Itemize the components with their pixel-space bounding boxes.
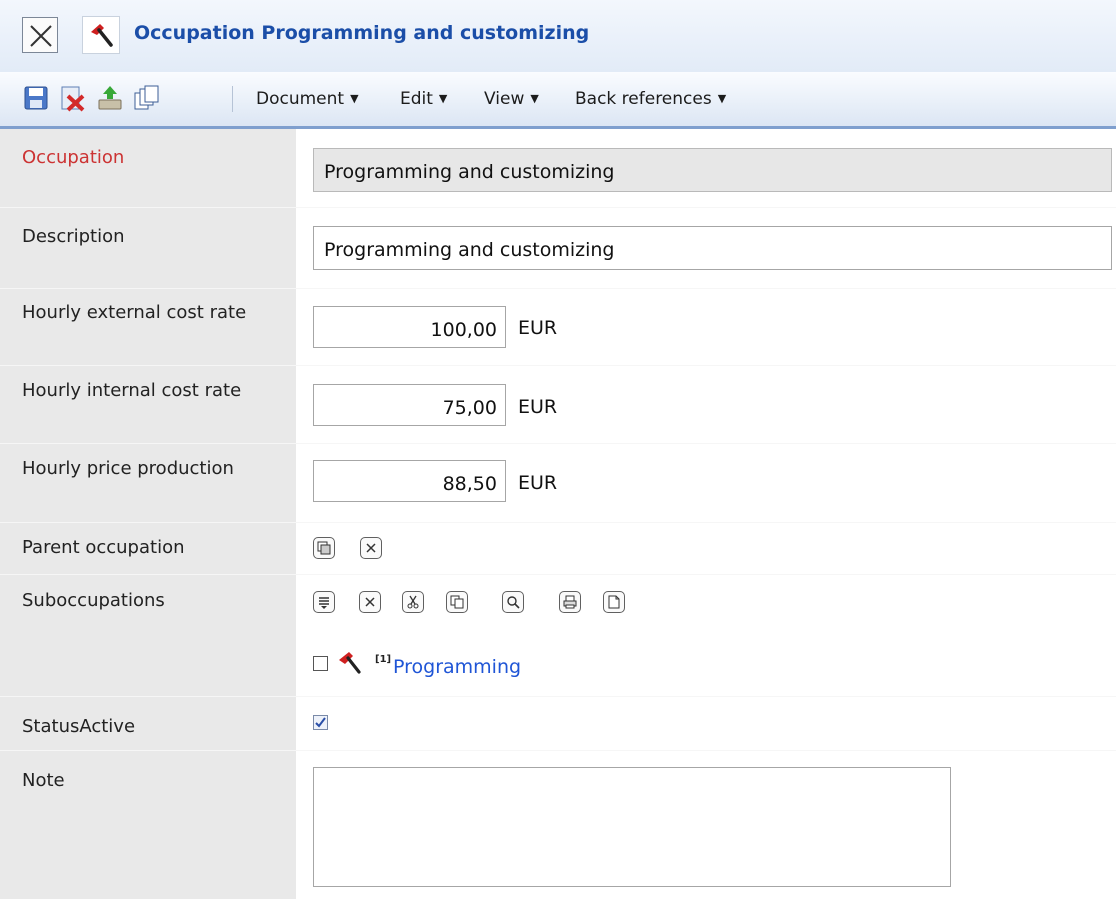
description-field[interactable]: Programming and customizing	[313, 226, 1112, 270]
remove-icon	[365, 597, 375, 607]
delete-button[interactable]	[58, 84, 86, 112]
hourly-external-label: Hourly external cost rate	[22, 302, 247, 323]
row-divider	[0, 750, 1116, 751]
chevron-down-icon: ▼	[717, 92, 727, 105]
cut-icon	[407, 595, 419, 609]
hourly-internal-value: 75,00	[442, 397, 497, 419]
row-divider	[0, 207, 1116, 208]
window-title: Occupation Programming and customizing	[134, 22, 590, 44]
search-icon	[507, 596, 520, 609]
cut-button[interactable]	[402, 591, 424, 613]
status-active-label: StatusActive	[22, 716, 136, 737]
list-button[interactable]	[313, 591, 335, 613]
close-icon	[30, 25, 52, 47]
currency-unit: EUR	[518, 472, 558, 494]
print-icon	[563, 595, 577, 609]
hourly-internal-label: Hourly internal cost rate	[22, 380, 242, 401]
list-icon	[319, 597, 329, 609]
description-label: Description	[22, 226, 125, 247]
row-divider	[0, 443, 1116, 444]
hourly-external-value: 100,00	[430, 319, 497, 341]
currency-unit: EUR	[518, 317, 558, 339]
row-divider	[0, 288, 1116, 289]
copy-icon	[134, 85, 159, 110]
menu-label: Back references	[575, 89, 712, 109]
save-icon	[24, 86, 48, 110]
hourly-price-value: 88,50	[442, 473, 497, 495]
suboccupation-checkbox[interactable]	[313, 656, 328, 671]
row-divider	[0, 696, 1116, 697]
checkmark-icon	[315, 717, 326, 728]
menu-edit[interactable]: Edit ▼	[400, 89, 447, 109]
clear-icon	[366, 543, 376, 553]
upload-button[interactable]	[96, 84, 124, 112]
hourly-external-field[interactable]: 100,00	[313, 306, 506, 348]
description-value: Programming and customizing	[324, 239, 615, 261]
toolbar-separator	[232, 86, 233, 112]
menu-back-references[interactable]: Back references ▼	[575, 89, 726, 109]
toolbar: Document ▼ Edit ▼ View ▼ Back references ▼	[0, 72, 1116, 129]
close-button[interactable]	[22, 17, 58, 53]
menu-document[interactable]: Document ▼	[256, 89, 359, 109]
new-document-button[interactable]	[603, 591, 625, 613]
chevron-down-icon: ▼	[530, 92, 539, 105]
chevron-down-icon: ▼	[350, 92, 359, 105]
clear-parent-button[interactable]	[360, 537, 382, 559]
copy-button[interactable]	[132, 84, 160, 112]
note-textarea[interactable]	[313, 767, 951, 887]
hourly-price-label: Hourly price production	[22, 458, 234, 479]
hourly-internal-field[interactable]: 75,00	[313, 384, 506, 426]
window-titlebar: Occupation Programming and customizing	[0, 0, 1116, 73]
row-divider	[0, 365, 1116, 366]
hourly-price-field[interactable]: 88,50	[313, 460, 506, 502]
chevron-down-icon: ▼	[438, 92, 448, 105]
upload-icon	[98, 86, 122, 110]
new-document-icon	[608, 595, 620, 609]
parent-occupation-label: Parent occupation	[22, 537, 185, 558]
delete-icon	[61, 86, 85, 112]
select-icon	[317, 541, 331, 555]
occupation-field: Programming and customizing	[313, 148, 1112, 192]
suboccupations-label: Suboccupations	[22, 590, 165, 611]
currency-unit: EUR	[518, 396, 558, 418]
menu-label: Edit	[400, 89, 433, 109]
menu-view[interactable]: View ▼	[484, 89, 539, 109]
menu-label: View	[484, 89, 525, 109]
item-index: [1]	[375, 654, 392, 665]
copy-icon	[450, 595, 464, 609]
hammer-icon	[82, 16, 120, 54]
status-active-checkbox[interactable]	[313, 715, 328, 730]
suboccupation-link[interactable]: Programming	[393, 656, 521, 678]
print-button[interactable]	[559, 591, 581, 613]
note-label: Note	[22, 770, 65, 791]
occupation-label: Occupation	[22, 147, 125, 168]
search-button[interactable]	[502, 591, 524, 613]
hammer-icon	[339, 652, 361, 674]
copy-sub-button[interactable]	[446, 591, 468, 613]
remove-button[interactable]	[359, 591, 381, 613]
row-divider	[0, 574, 1116, 575]
menu-label: Document	[256, 89, 345, 109]
row-divider	[0, 522, 1116, 523]
occupation-value: Programming and customizing	[324, 161, 615, 183]
select-parent-button[interactable]	[313, 537, 335, 559]
save-button[interactable]	[22, 84, 50, 112]
